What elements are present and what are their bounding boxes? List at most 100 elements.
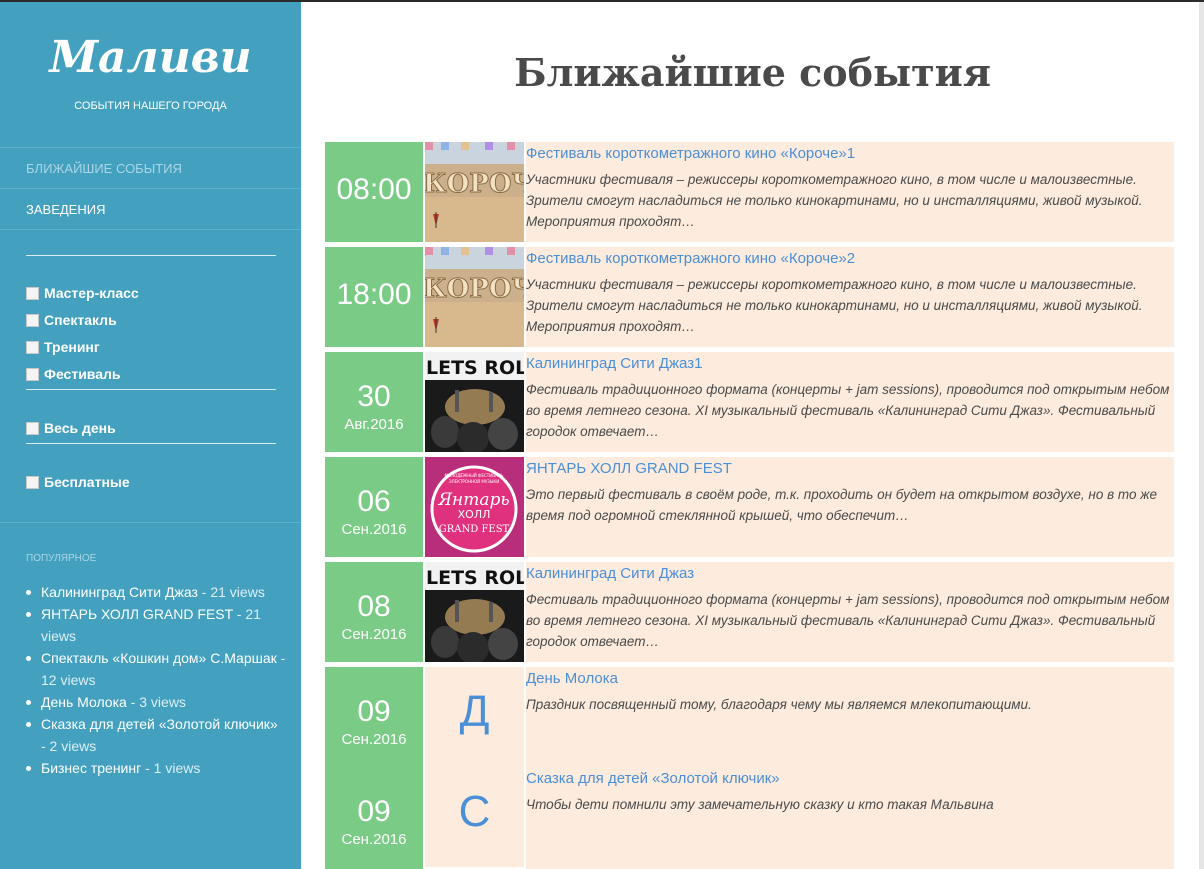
list-item: День Молока - 3 views: [26, 691, 286, 713]
filter-label: Тренинг: [44, 339, 100, 355]
placeholder-letter: Д: [459, 687, 490, 736]
popular-link[interactable]: ЯНТАРЬ ХОЛЛ GRAND FEST: [41, 606, 233, 622]
event-thumbnail[interactable]: LETS ROL: [425, 562, 524, 662]
svg-text:LETS ROL: LETS ROL: [426, 567, 524, 589]
site-logo-title[interactable]: Маливи: [0, 32, 301, 84]
event-thumbnail[interactable]: КОРОЧ: [425, 247, 524, 347]
filter-master-class[interactable]: Мастер-класс: [26, 285, 139, 301]
view-count: - 3 views: [126, 694, 186, 710]
filter-training[interactable]: Тренинг: [26, 339, 100, 355]
list-item: Спектакль «Кошкин дом» С.Маршак - 12 vie…: [26, 647, 286, 691]
filter-label: Фестиваль: [44, 366, 121, 382]
event-date-box: 09 Сен.2016: [325, 767, 423, 867]
filter-festival[interactable]: Фестиваль: [26, 366, 121, 382]
popular-heading: ПОПУЛЯРНОЕ: [26, 553, 97, 564]
event-row: 06 Сен.2016 МОЛОДЁЖНЫЙ ФЕСТИВАЛЬ ЭЛЕКТРО…: [325, 457, 1174, 557]
event-date-box: 18:00: [325, 247, 423, 347]
filter-performance[interactable]: Спектакль: [26, 312, 117, 328]
kino-poster-image: КОРОЧ: [425, 247, 524, 347]
event-details: ЯНТАРЬ ХОЛЛ GRAND FEST Это первый фестив…: [526, 457, 1174, 557]
filter-free[interactable]: Бесплатные: [26, 474, 130, 490]
filter-label: Бесплатные: [44, 474, 130, 490]
event-date-box: 30 Авг.2016: [325, 352, 423, 452]
event-row: 08:00 КОРОЧ Фестиваль короткометражного …: [325, 142, 1174, 242]
event-date-box: 06 Сен.2016: [325, 457, 423, 557]
yantar-poster-image: МОЛОДЁЖНЫЙ ФЕСТИВАЛЬ ЭЛЕКТРОННОЙ МУЗЫКИ …: [425, 457, 524, 557]
event-title-link[interactable]: Фестиваль короткометражного кино «Короче…: [526, 144, 1172, 164]
event-day: 08: [357, 590, 391, 623]
nav-divider: [0, 188, 301, 189]
event-time: 08:00: [336, 173, 412, 206]
event-title-link[interactable]: День Молока: [526, 669, 1172, 689]
checkbox[interactable]: [26, 286, 39, 300]
event-month: Авг.2016: [344, 416, 404, 433]
event-date-box: 08:00: [325, 142, 423, 242]
event-day: 09: [357, 695, 391, 728]
nav-divider: [0, 147, 301, 148]
event-description: Это первый фестиваль в своём роде, т.к. …: [526, 487, 1158, 523]
popular-link[interactable]: Калининград Сити Джаз: [41, 584, 198, 600]
popular-link[interactable]: День Молока: [41, 694, 127, 710]
popular-link[interactable]: Бизнес тренинг: [41, 760, 141, 776]
view-count: - 1 views: [141, 760, 201, 776]
view-count: - 2 views: [41, 738, 97, 754]
svg-text:Янтарь: Янтарь: [437, 490, 509, 510]
jazz-poster-image: LETS ROL: [425, 352, 524, 452]
event-details: Калининград Сити Джаз1 Фестиваль традици…: [526, 352, 1174, 452]
event-title-link[interactable]: Калининград Сити Джаз1: [526, 354, 1172, 374]
event-month: Сен.2016: [341, 731, 407, 748]
event-title-link[interactable]: ЯНТАРЬ ХОЛЛ GRAND FEST: [526, 459, 1172, 479]
checkbox[interactable]: [26, 421, 39, 435]
filter-label: Мастер-класс: [44, 285, 139, 301]
event-row: 08 Сен.2016 LETS ROL Калининград Сити Дж…: [325, 562, 1174, 662]
event-date-box: 08 Сен.2016: [325, 562, 423, 662]
event-details: Сказка для детей «Золотой ключик» Чтобы …: [526, 767, 1174, 867]
list-item: Бизнес тренинг - 1 views: [26, 757, 286, 779]
checkbox[interactable]: [26, 475, 39, 489]
section-divider: [0, 522, 301, 523]
event-title-link[interactable]: Калининград Сити Джаз: [526, 564, 1172, 584]
event-description: Участники фестиваля – режиссеры коротком…: [526, 277, 1143, 334]
event-row: 30 Авг.2016 LETS ROL Калининград Сити Дж…: [325, 352, 1174, 452]
filter-divider: [26, 443, 276, 444]
filter-all-day[interactable]: Весь день: [26, 420, 116, 436]
nav-item-upcoming-events[interactable]: БЛИЖАЙШИЕ СОБЫТИЯ: [26, 161, 182, 176]
event-title-link[interactable]: Сказка для детей «Золотой ключик»: [526, 769, 1172, 789]
event-description: Чтобы дети помнили эту замечательную ска…: [526, 797, 994, 812]
svg-text:ХОЛЛ: ХОЛЛ: [458, 508, 491, 521]
event-time: 18:00: [336, 278, 412, 311]
popular-link[interactable]: Сказка для детей «Золотой ключик»: [41, 716, 278, 732]
event-day: 09: [357, 795, 391, 828]
event-description: Праздник посвященный тому, благодаря чем…: [526, 697, 1032, 712]
checkbox[interactable]: [26, 313, 39, 327]
event-thumbnail[interactable]: МОЛОДЁЖНЫЙ ФЕСТИВАЛЬ ЭЛЕКТРОННОЙ МУЗЫКИ …: [425, 457, 524, 557]
event-day: 06: [357, 485, 391, 518]
list-item: Сказка для детей «Золотой ключик» - 2 vi…: [26, 713, 286, 757]
event-thumbnail[interactable]: КОРОЧ: [425, 142, 524, 242]
page-title: Ближайшие события: [514, 50, 991, 95]
event-row: 09 Сен.2016 С Сказка для детей «Золотой …: [325, 767, 1174, 867]
event-title-link[interactable]: Фестиваль короткометражного кино «Короче…: [526, 249, 1172, 269]
svg-text:GRAND FEST: GRAND FEST: [439, 524, 510, 535]
view-count: - 21 views: [197, 584, 265, 600]
filter-label: Весь день: [44, 420, 116, 436]
event-thumbnail[interactable]: LETS ROL: [425, 352, 524, 452]
checkbox[interactable]: [26, 367, 39, 381]
event-date-box: 09 Сен.2016: [325, 667, 423, 767]
event-month: Сен.2016: [341, 831, 407, 848]
checkbox[interactable]: [26, 340, 39, 354]
event-thumbnail-placeholder[interactable]: С: [425, 767, 524, 867]
event-thumbnail-placeholder[interactable]: Д: [425, 667, 524, 767]
event-row-partial: [325, 865, 1174, 869]
filter-label: Спектакль: [44, 312, 117, 328]
event-day: 30: [357, 380, 391, 413]
nav-item-venues[interactable]: ЗАВЕДЕНИЯ: [26, 202, 105, 217]
nav-divider: [0, 229, 301, 230]
popular-link[interactable]: Спектакль «Кошкин дом» С.Маршак: [41, 650, 277, 666]
list-item: ЯНТАРЬ ХОЛЛ GRAND FEST - 21 views: [26, 603, 286, 647]
scrollbar-track[interactable]: [1199, 2, 1204, 869]
event-description: Фестиваль традиционного формата (концерт…: [526, 382, 1170, 439]
filter-divider: [26, 389, 276, 390]
list-item: Калининград Сити Джаз - 21 views: [26, 581, 286, 603]
kino-poster-image: КОРОЧ: [425, 142, 524, 242]
